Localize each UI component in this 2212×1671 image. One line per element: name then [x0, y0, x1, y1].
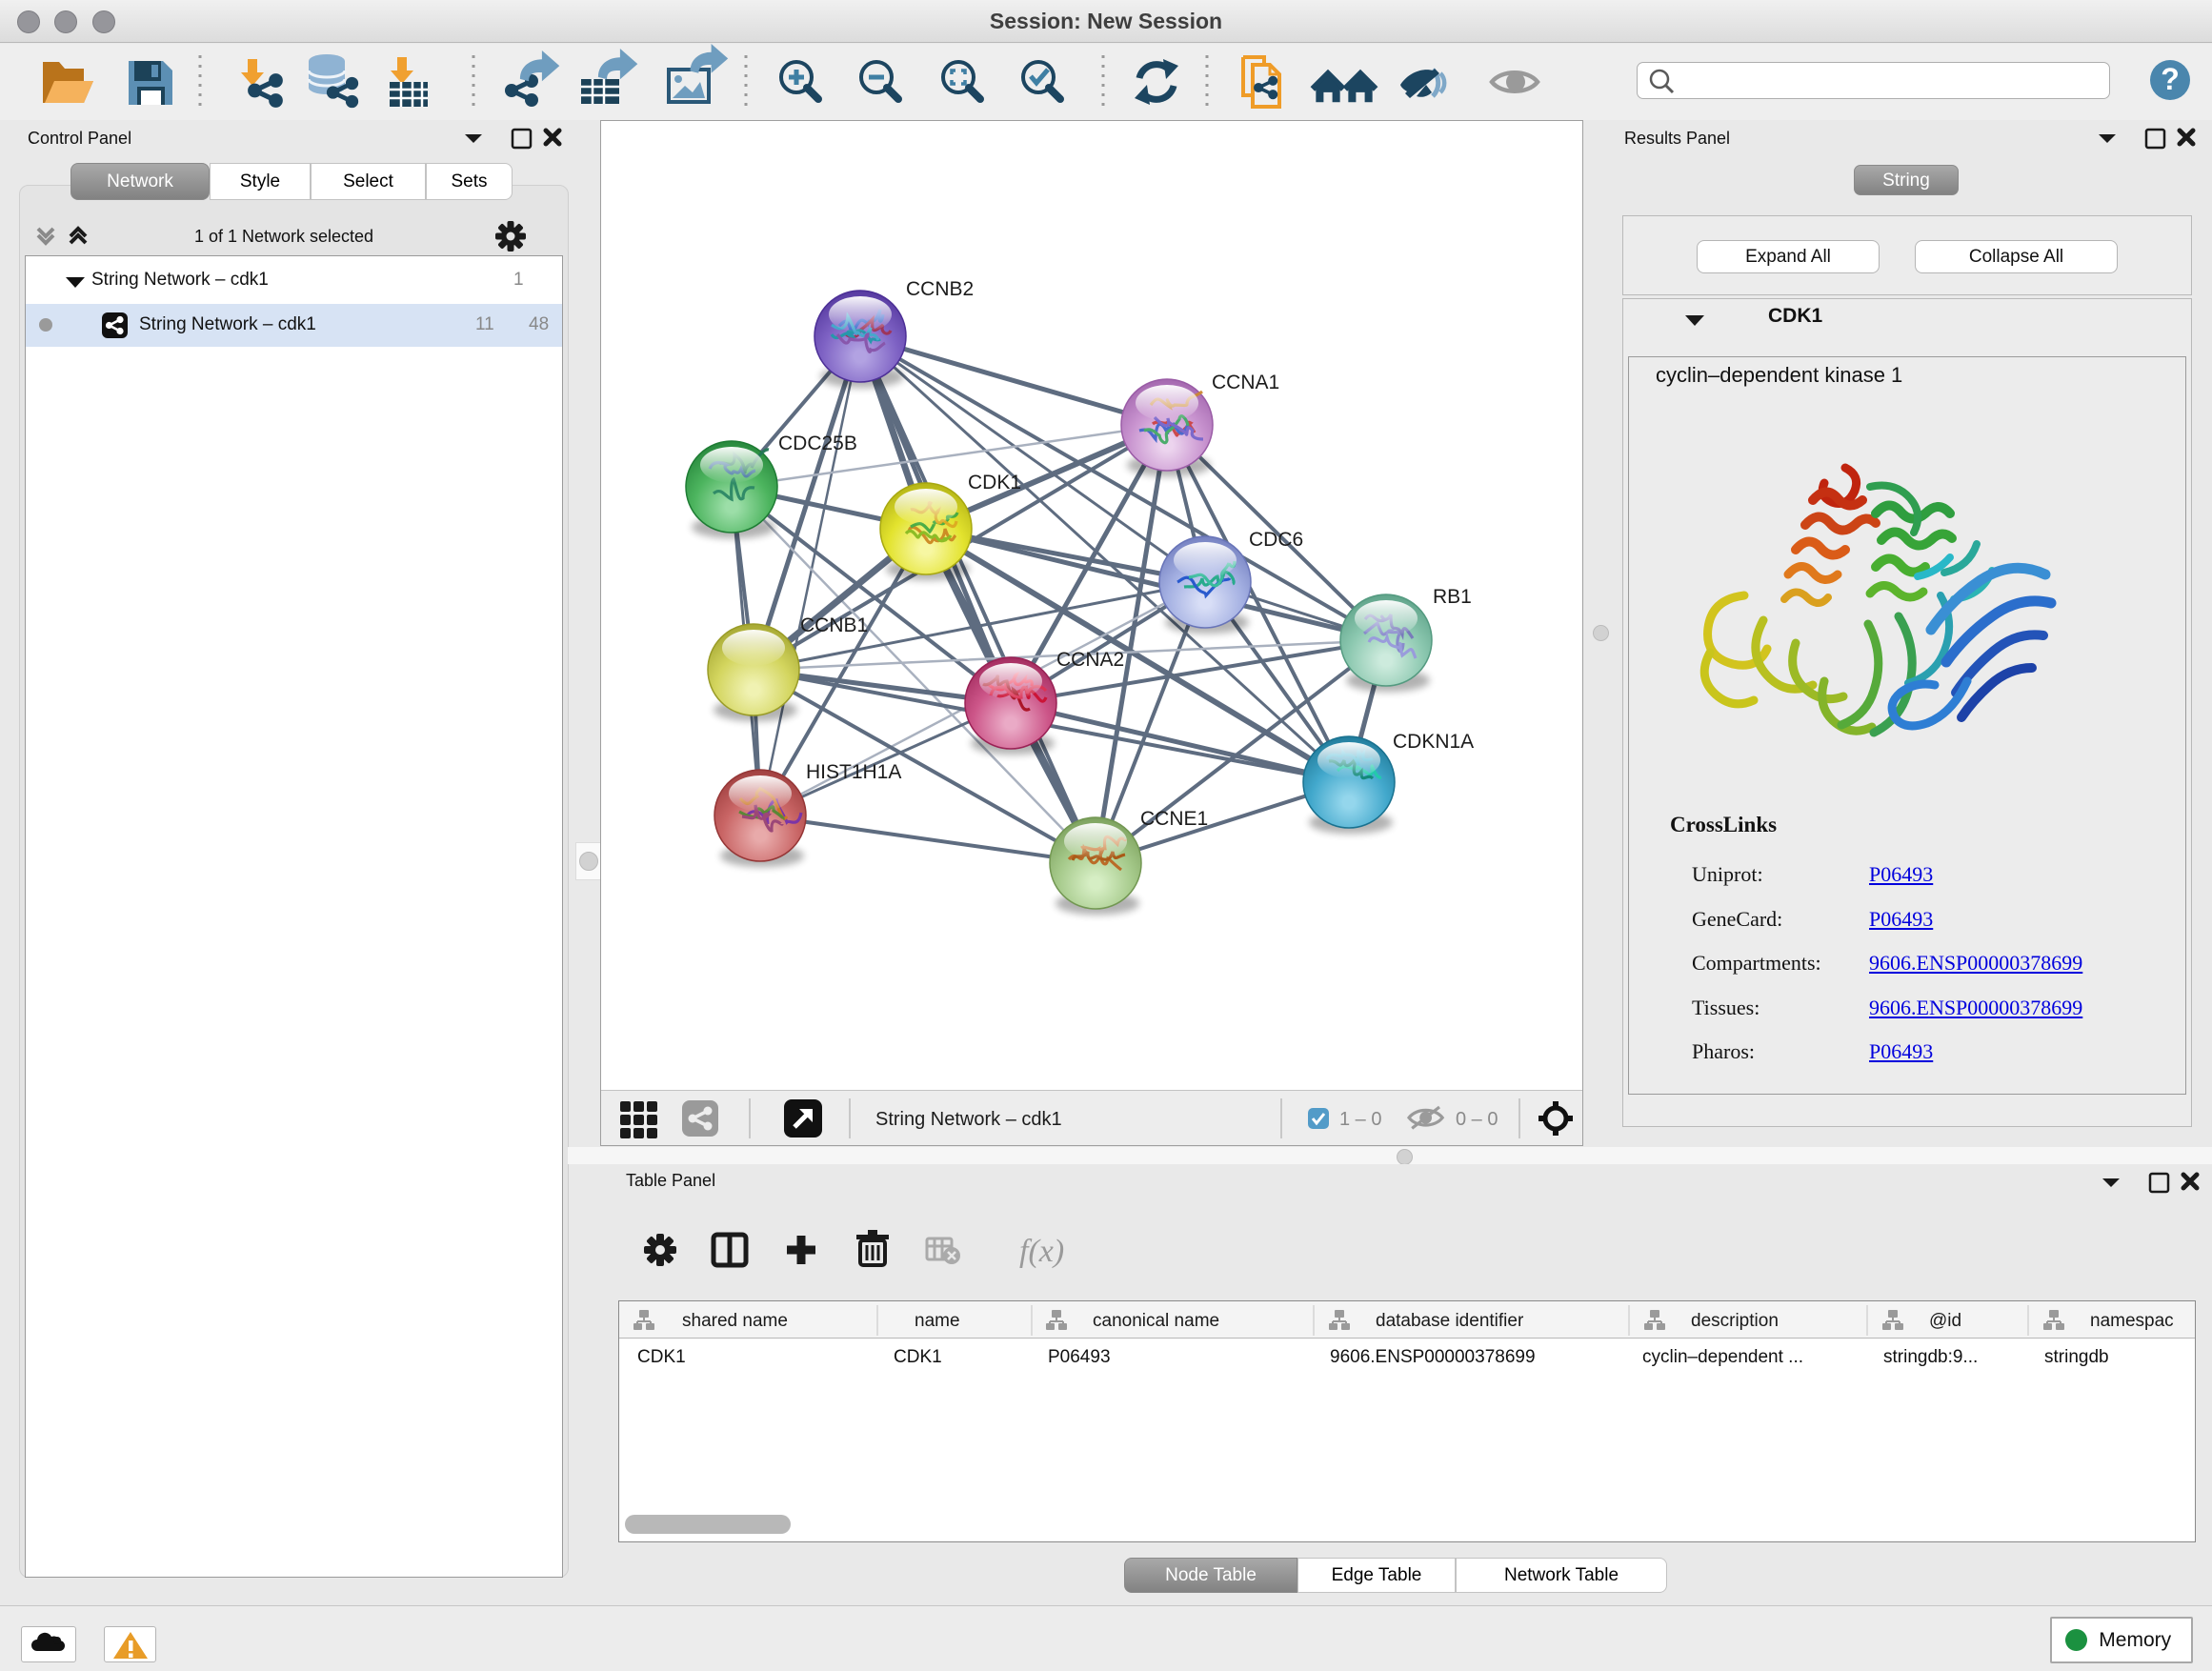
svg-text:f(x): f(x)	[1019, 1234, 1064, 1269]
svg-text:1 – 0: 1 – 0	[1339, 1109, 1381, 1130]
svg-text:CCNB1: CCNB1	[800, 614, 868, 636]
svg-text:CCNB2: CCNB2	[906, 278, 974, 300]
svg-text:String Network – cdk1: String Network – cdk1	[875, 1109, 1062, 1130]
svg-text:RB1: RB1	[1433, 586, 1472, 608]
svg-text:canonical name: canonical name	[1093, 1311, 1219, 1331]
svg-text:namespac: namespac	[2090, 1311, 2174, 1331]
svg-text:CDKN1A: CDKN1A	[1393, 731, 1474, 753]
svg-text:CCNE1: CCNE1	[1140, 808, 1208, 830]
svg-text:description: description	[1691, 1311, 1779, 1331]
svg-text:CDC6: CDC6	[1249, 529, 1303, 551]
svg-text:@id: @id	[1929, 1311, 1961, 1331]
svg-text:HIST1H1A: HIST1H1A	[806, 761, 901, 783]
svg-text:database identifier: database identifier	[1376, 1311, 1524, 1331]
svg-text:?: ?	[2161, 62, 2180, 96]
svg-text:CCNA1: CCNA1	[1212, 372, 1279, 393]
svg-text:name: name	[915, 1311, 960, 1331]
svg-text:CCNA2: CCNA2	[1056, 649, 1124, 671]
svg-text:CDC25B: CDC25B	[778, 433, 857, 454]
svg-text:CDK1: CDK1	[968, 472, 1021, 493]
svg-text:shared name: shared name	[682, 1311, 788, 1331]
svg-text:0 – 0: 0 – 0	[1456, 1109, 1498, 1130]
